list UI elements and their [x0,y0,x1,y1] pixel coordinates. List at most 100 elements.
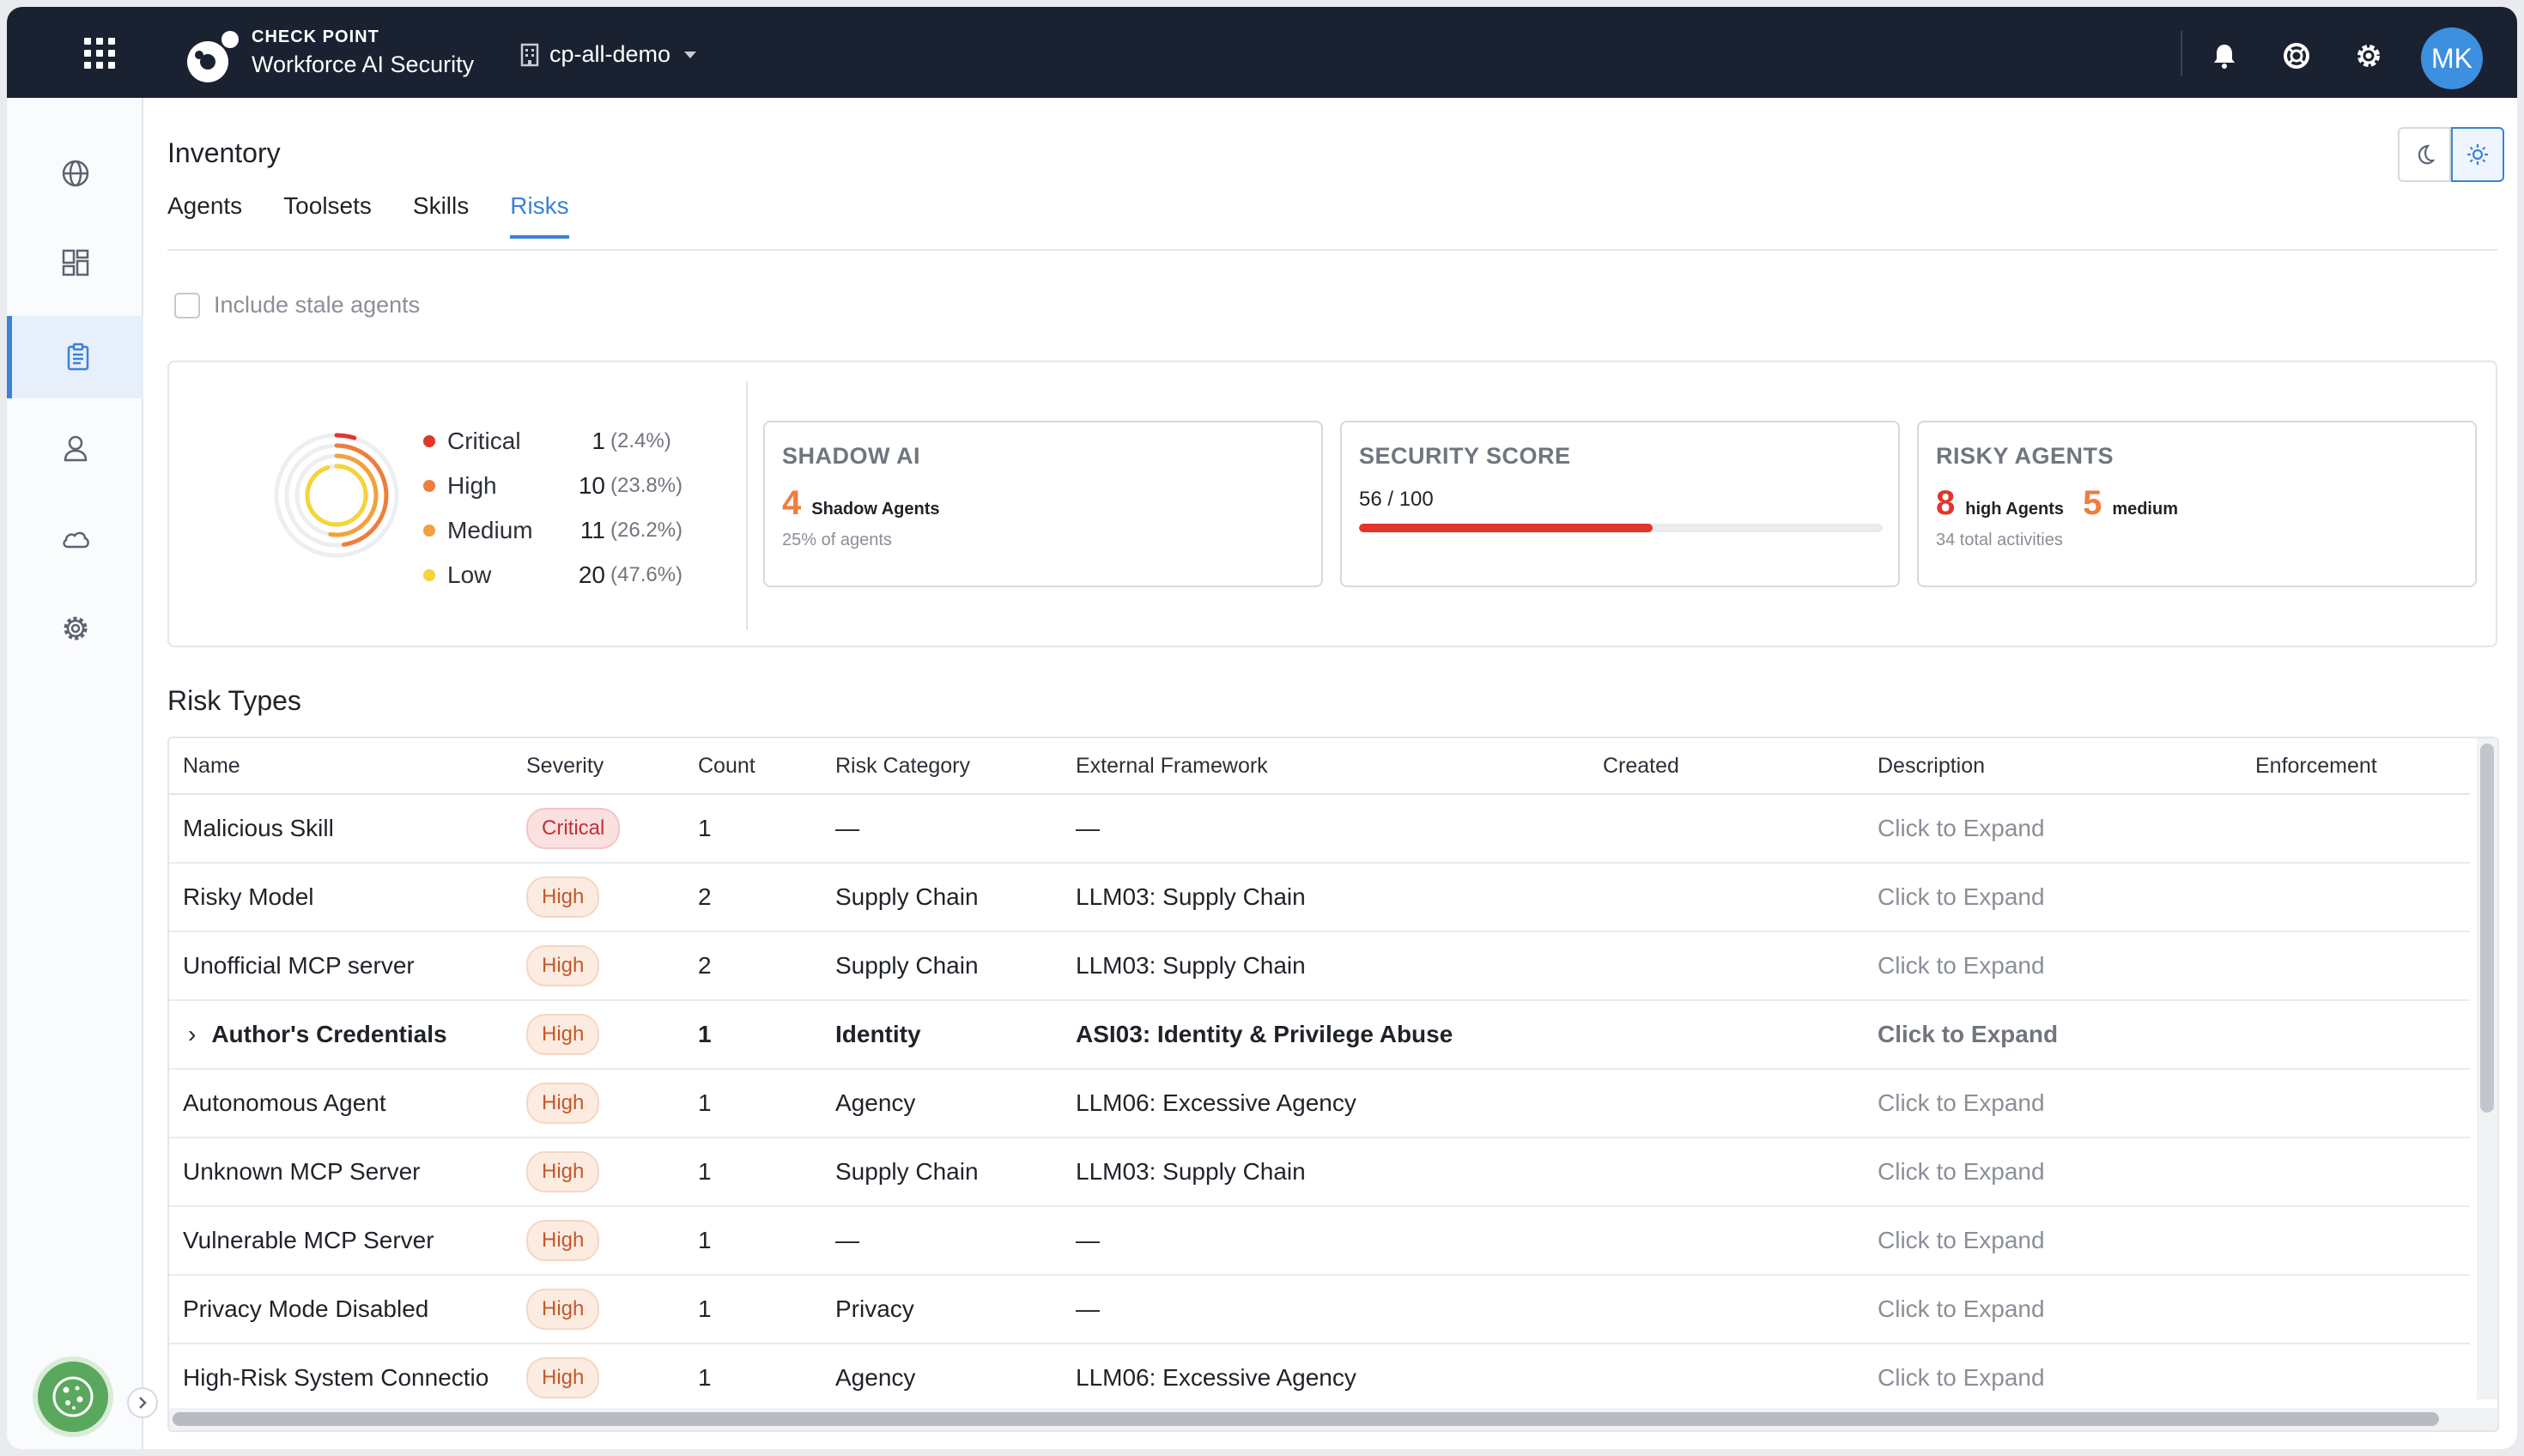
legend-dot [423,569,435,581]
sidebar-item-users[interactable] [7,407,143,489]
cell-description-expand[interactable]: Click to Expand [1864,1295,2242,1323]
table-row[interactable]: Malicious Skill Critical 1 — — Click to Expan… [169,795,2470,864]
sidebar-item-inventory[interactable] [7,316,143,398]
legend-row-low: Low 20 (47.6%) [423,553,683,598]
table-row[interactable]: › Author's Credentials High 1 Identity ASI03:… [169,1001,2470,1070]
table-row[interactable]: Unofficial MCP server High 2 Supply Chain LL… [169,932,2470,1001]
table-row[interactable]: Autonomous Agent High 1 Agency LLM06: Excess… [169,1070,2470,1138]
severity-legend: Critical 1 (2.4%) High 10 (23.8%) Medium… [423,419,683,598]
tenant-name: cp-all-demo [549,41,671,67]
tab-skills[interactable]: Skills [413,192,469,239]
app-launcher-icon[interactable] [84,38,115,69]
security-score-card[interactable]: SECURITY SCORE 56 / 100 [1340,421,1900,587]
column-header-severity[interactable]: Severity [513,754,684,779]
risk-name: Malicious Skill [183,815,334,841]
expand-row-icon[interactable]: › [188,1021,196,1048]
theme-toggle [2398,127,2504,182]
risk-name: Unknown MCP Server [183,1158,421,1185]
globe-icon [62,160,88,187]
cell-risk-category: Agency [835,1364,916,1391]
cell-description-expand[interactable]: Click to Expand [1864,952,2242,980]
page-title: Inventory [167,137,281,168]
horizontal-scrollbar[interactable] [169,1408,2497,1430]
cell-count: 1 [698,1158,712,1185]
cell-description-expand[interactable]: Click to Expand [1864,1364,2242,1392]
main-content: Inventory Agents Toolsets Skills Risks I… [143,98,2517,1449]
cell-name: Privacy Mode Disabled [169,1295,513,1323]
settings-gear-icon[interactable] [2354,41,2383,70]
cell-external-framework: LLM03: Supply Chain [1076,952,1306,979]
table-row[interactable]: Vulnerable MCP Server High 1 — — Click to Exp… [169,1207,2470,1276]
column-header-external-framework[interactable]: External Framework [1062,754,1589,779]
cell-description-expand[interactable]: Click to Expand [1864,883,2242,911]
cookie-icon [52,1376,94,1417]
user-avatar[interactable]: MK [2421,27,2483,89]
vertical-scrollbar[interactable] [2477,738,2497,1399]
cell-description-expand[interactable]: Click to Expand [1864,1227,2242,1254]
sidebar-item-cloud[interactable] [7,498,143,580]
legend-count: 1 [592,428,605,454]
include-stale-label: Include stale agents [214,292,421,318]
column-header-enforcement[interactable]: Enforcement [2242,754,2470,779]
support-icon[interactable] [2282,41,2311,70]
brand-product: Workforce AI Security [252,52,475,77]
dark-mode-button[interactable] [2398,127,2451,182]
column-header-created[interactable]: Created [1589,754,1864,779]
risk-name: Privacy Mode Disabled [183,1295,429,1322]
table-row[interactable]: Unknown MCP Server High 1 Supply Chain LLM03… [169,1138,2470,1207]
light-mode-button[interactable] [2451,127,2504,182]
cell-external-framework: LLM06: Excessive Agency [1076,1364,1356,1391]
cell-risk-category: Supply Chain [835,1158,979,1185]
table-row[interactable]: Privacy Mode Disabled High 1 Privacy — Click … [169,1276,2470,1344]
cell-description-expand[interactable]: Click to Expand [1864,1158,2242,1186]
sidebar-item-globe[interactable] [7,132,143,215]
column-header-name[interactable]: Name [169,754,513,779]
sidebar [7,98,158,1449]
tenant-selector[interactable]: cp-all-demo [520,41,697,68]
dashboard-icon [62,249,88,276]
cell-external-framework: ASI03: Identity & Privilege Abuse [1076,1021,1453,1047]
table-row[interactable]: High-Risk System Connectio High 1 Agency LLM… [169,1344,2470,1413]
column-header-count[interactable]: Count [684,754,822,779]
risk-name: Risky Model [183,883,314,910]
cell-count: 2 [698,883,712,910]
legend-row-critical: Critical 1 (2.4%) [423,419,683,464]
security-score-bar [1359,524,1883,532]
vertical-scroll-thumb[interactable] [2480,743,2494,1113]
user-icon [64,435,87,462]
include-stale-checkbox[interactable] [174,292,200,318]
legend-count: 20 [578,561,605,588]
table-row[interactable]: Risky Model High 2 Supply Chain LLM03: Suppl… [169,864,2470,932]
cell-name: Risky Model [169,883,513,911]
cell-count: 1 [698,1089,712,1116]
cell-severity: High [513,1083,684,1124]
include-stale-toggle[interactable]: Include stale agents [174,292,420,318]
cell-description-expand[interactable]: Click to Expand [1864,1021,2242,1048]
cell-count: 1 [698,1021,712,1047]
cell-risk-category: Supply Chain [835,952,979,979]
tab-toolsets[interactable]: Toolsets [283,192,372,239]
clipboard-icon [67,343,88,371]
cell-severity: High [513,1014,684,1055]
cookie-consent-button[interactable] [33,1356,113,1437]
cell-risk-category: Identity [835,1021,921,1047]
cell-external-framework: — [1076,1227,1100,1253]
sidebar-item-settings[interactable] [7,587,143,670]
cell-description-expand[interactable]: Click to Expand [1864,815,2242,842]
column-header-risk-category[interactable]: Risk Category [822,754,1062,779]
tab-risks[interactable]: Risks [510,192,569,239]
severity-badge: High [526,1151,600,1192]
cell-severity: High [513,1357,684,1398]
cell-description-expand[interactable]: Click to Expand [1864,1089,2242,1117]
ring-low [305,464,368,527]
tab-agents[interactable]: Agents [167,192,242,239]
shadow-ai-card[interactable]: SHADOW AI 4 Shadow Agents 25% of agents [763,421,1323,587]
horizontal-scroll-thumb[interactable] [173,1412,2439,1426]
sidebar-item-dashboard[interactable] [7,221,143,304]
severity-badge: High [526,1357,600,1398]
cell-risk-category: — [835,815,859,841]
cell-count: 1 [698,1295,712,1322]
risky-agents-card[interactable]: RISKY AGENTS 8 high Agents 5 medium 34 t… [1917,421,2477,587]
column-header-description[interactable]: Description [1864,754,2242,779]
bell-icon[interactable] [2210,41,2239,70]
